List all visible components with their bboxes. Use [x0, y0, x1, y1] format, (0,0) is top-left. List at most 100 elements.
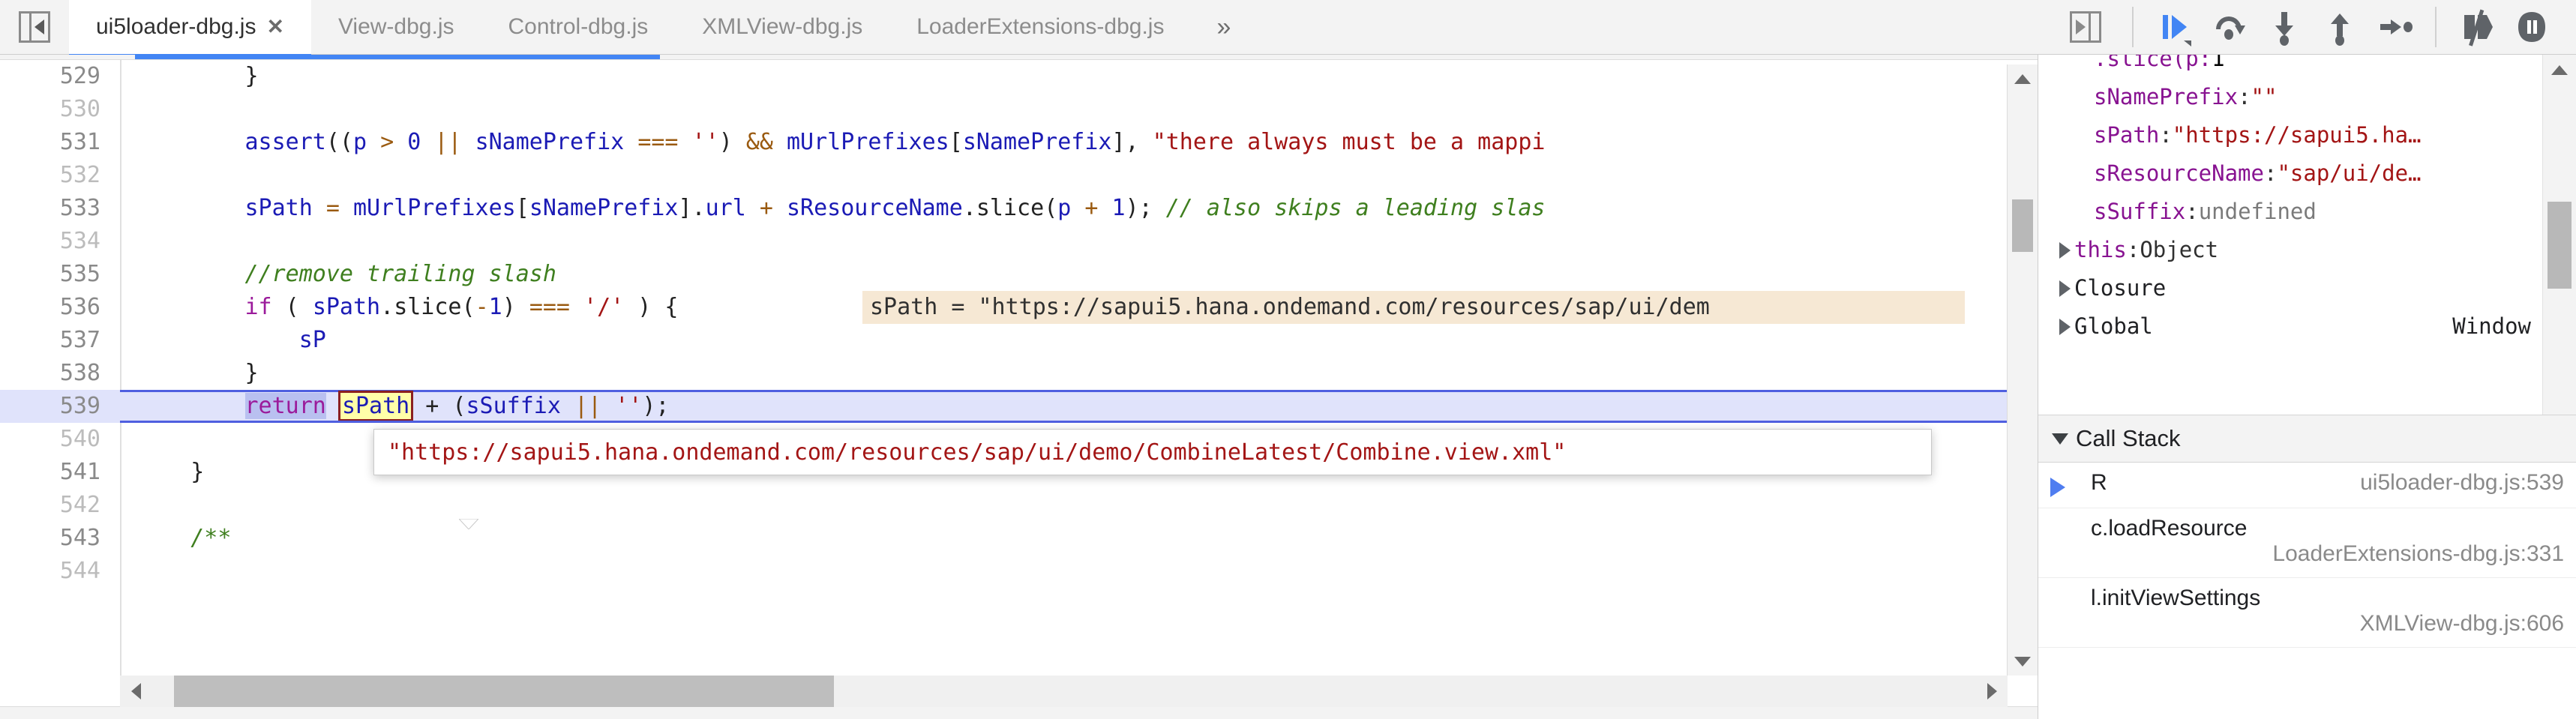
call-stack-location[interactable]: ui5loader-dbg.js:539: [2360, 470, 2564, 496]
line-number[interactable]: 530: [0, 93, 120, 126]
scope-section: .slice(p: 1 sNamePrefix: "" sPath: "https:…: [2038, 55, 2576, 415]
scope-scroll-up-button[interactable]: [2543, 55, 2576, 85]
show-navigator-button[interactable]: [0, 0, 69, 54]
scope-row[interactable]: Closure: [2038, 269, 2543, 307]
line-number[interactable]: 542: [0, 489, 120, 522]
horizontal-scroll-track[interactable]: [151, 676, 1976, 707]
chevron-right-icon[interactable]: [2055, 280, 2074, 297]
line-number[interactable]: 536: [0, 291, 120, 324]
call-stack-location[interactable]: LoaderExtensions-dbg.js:331: [2091, 541, 2564, 567]
line-number[interactable]: 535: [0, 258, 120, 291]
code-token: ||: [434, 129, 462, 155]
call-stack-frame[interactable]: Rui5loader-dbg.js:539: [2038, 463, 2576, 508]
code-line[interactable]: 542: [0, 489, 2038, 522]
line-number[interactable]: 543: [0, 522, 120, 555]
line-number[interactable]: 529: [0, 60, 120, 93]
vertical-scroll-thumb[interactable]: [2012, 199, 2033, 252]
show-debugger-sidebar-button[interactable]: [2051, 11, 2120, 43]
editor-vertical-scrollbar[interactable]: [2007, 64, 2038, 676]
scope-row[interactable]: sNamePrefix: "": [2038, 78, 2543, 116]
file-tab-ui5loader[interactable]: ui5loader-dbg.js ✕: [69, 0, 311, 58]
chevron-right-icon[interactable]: [2055, 241, 2074, 259]
line-number[interactable]: 544: [0, 555, 120, 588]
code-line[interactable]: 531 assert((p > 0 || sNamePrefix === '')…: [0, 126, 2038, 159]
file-tab-view[interactable]: View-dbg.js: [311, 0, 481, 54]
line-number[interactable]: 537: [0, 324, 120, 357]
code-line[interactable]: 543 /**: [0, 522, 2038, 555]
code-line[interactable]: 530: [0, 93, 2038, 126]
line-number[interactable]: 538: [0, 357, 120, 390]
line-number[interactable]: 533: [0, 192, 120, 225]
line-number[interactable]: 532: [0, 159, 120, 192]
deactivate-breakpoints-button[interactable]: [2449, 0, 2504, 54]
line-number[interactable]: 531: [0, 126, 120, 159]
scope-vertical-scrollbar[interactable]: [2542, 55, 2576, 415]
code-token: -: [475, 294, 489, 320]
horizontal-scroll-thumb[interactable]: [174, 676, 834, 707]
pause-on-exceptions-button[interactable]: [2504, 0, 2560, 54]
code-token: sNamePrefix: [475, 129, 625, 155]
call-stack-header[interactable]: Call Stack: [2038, 415, 2576, 463]
scope-colon: :: [2185, 199, 2199, 224]
file-tabs: ui5loader-dbg.js ✕ View-dbg.js Control-d…: [69, 0, 1256, 58]
code-line[interactable]: 537 sP: [0, 324, 2038, 357]
scope-variable-list: .slice(p: 1 sNamePrefix: "" sPath: "https:…: [2038, 55, 2543, 346]
code-line[interactable]: 538 }: [0, 357, 2038, 390]
close-icon[interactable]: ✕: [266, 16, 283, 37]
inspected-token-spath[interactable]: sPath: [337, 391, 414, 421]
code-line[interactable]: 534: [0, 225, 2038, 258]
scroll-down-button[interactable]: [2008, 647, 2038, 676]
editor-horizontal-scrollbar[interactable]: [120, 676, 2008, 707]
call-stack-location[interactable]: XMLView-dbg.js:606: [2091, 611, 2564, 637]
line-number[interactable]: 539: [0, 390, 120, 423]
code-line-text: return sPath + (sSuffix || '');: [120, 390, 669, 423]
scroll-up-button[interactable]: [2008, 64, 2038, 93]
code-line[interactable]: 529 }: [0, 60, 2038, 93]
scope-row[interactable]: Global Window: [2038, 307, 2543, 346]
scope-row[interactable]: sSuffix: undefined: [2038, 193, 2543, 231]
value-tooltip: "https://sapui5.hana.ondemand.com/resour…: [373, 429, 1932, 475]
scroll-right-button[interactable]: [1976, 683, 2008, 700]
scope-colon: :: [2126, 237, 2140, 262]
scope-row[interactable]: this: Object: [2038, 231, 2543, 269]
code-line[interactable]: 535 //remove trailing slash: [0, 258, 2038, 291]
file-tab-control[interactable]: Control-dbg.js: [481, 0, 675, 54]
code-line-current[interactable]: 539 return sPath + (sSuffix || '');: [0, 390, 2038, 423]
code-line[interactable]: 544: [0, 555, 2038, 588]
code-line[interactable]: 532: [0, 159, 2038, 192]
file-tab-loaderextensions[interactable]: LoaderExtensions-dbg.js: [889, 0, 1191, 54]
code-line[interactable]: 533 sPath = mUrlPrefixes[sNamePrefix].ur…: [0, 192, 2038, 225]
code-token: }: [244, 63, 259, 89]
scope-row[interactable]: sPath: "https://sapui5.ha…: [2038, 116, 2543, 154]
step-into-button[interactable]: [2257, 0, 2312, 54]
code-lines: 529 } 530 531 assert((p > 0 || sNamePrefix…: [0, 60, 2038, 588]
resume-button[interactable]: [2146, 0, 2201, 54]
scope-row[interactable]: sResourceName: "sap/ui/de…: [2038, 154, 2543, 193]
file-tab-xmlview[interactable]: XMLView-dbg.js: [675, 0, 889, 54]
code-line[interactable]: 536 if ( sPath.slice(-1) === '/' ) {sPat…: [0, 291, 2038, 324]
scope-scroll-thumb[interactable]: [2548, 202, 2572, 289]
arrow-left-icon: [130, 683, 141, 700]
more-tabs-chevron-icon[interactable]: »: [1191, 0, 1256, 54]
code-token: mUrlPrefixes: [353, 195, 516, 221]
call-stack-frame[interactable]: c.loadResource LoaderExtensions-dbg.js:33…: [2038, 508, 2576, 578]
code-token: ].: [678, 195, 706, 221]
line-number[interactable]: 534: [0, 225, 120, 258]
chevron-right-icon[interactable]: [2055, 318, 2074, 335]
code-line-text: }: [120, 357, 259, 390]
code-token: ===: [529, 294, 570, 320]
code-viewport[interactable]: 529 } 530 531 assert((p > 0 || sNamePrefix…: [0, 60, 2038, 719]
line-number[interactable]: 540: [0, 423, 120, 456]
debugger-sidebar: .slice(p: 1 sNamePrefix: "" sPath: "https:…: [2038, 55, 2576, 719]
scope-property-name: sNamePrefix: [2094, 84, 2239, 109]
step-out-button[interactable]: [2312, 0, 2368, 54]
scope-row[interactable]: .slice(p: 1: [2038, 55, 2543, 78]
step-button[interactable]: [2368, 0, 2423, 54]
line-number[interactable]: 541: [0, 456, 120, 489]
call-stack-frame[interactable]: l.initViewSettings XMLView-dbg.js:606: [2038, 578, 2576, 648]
step-over-button[interactable]: [2201, 0, 2257, 54]
scroll-left-button[interactable]: [120, 683, 151, 700]
